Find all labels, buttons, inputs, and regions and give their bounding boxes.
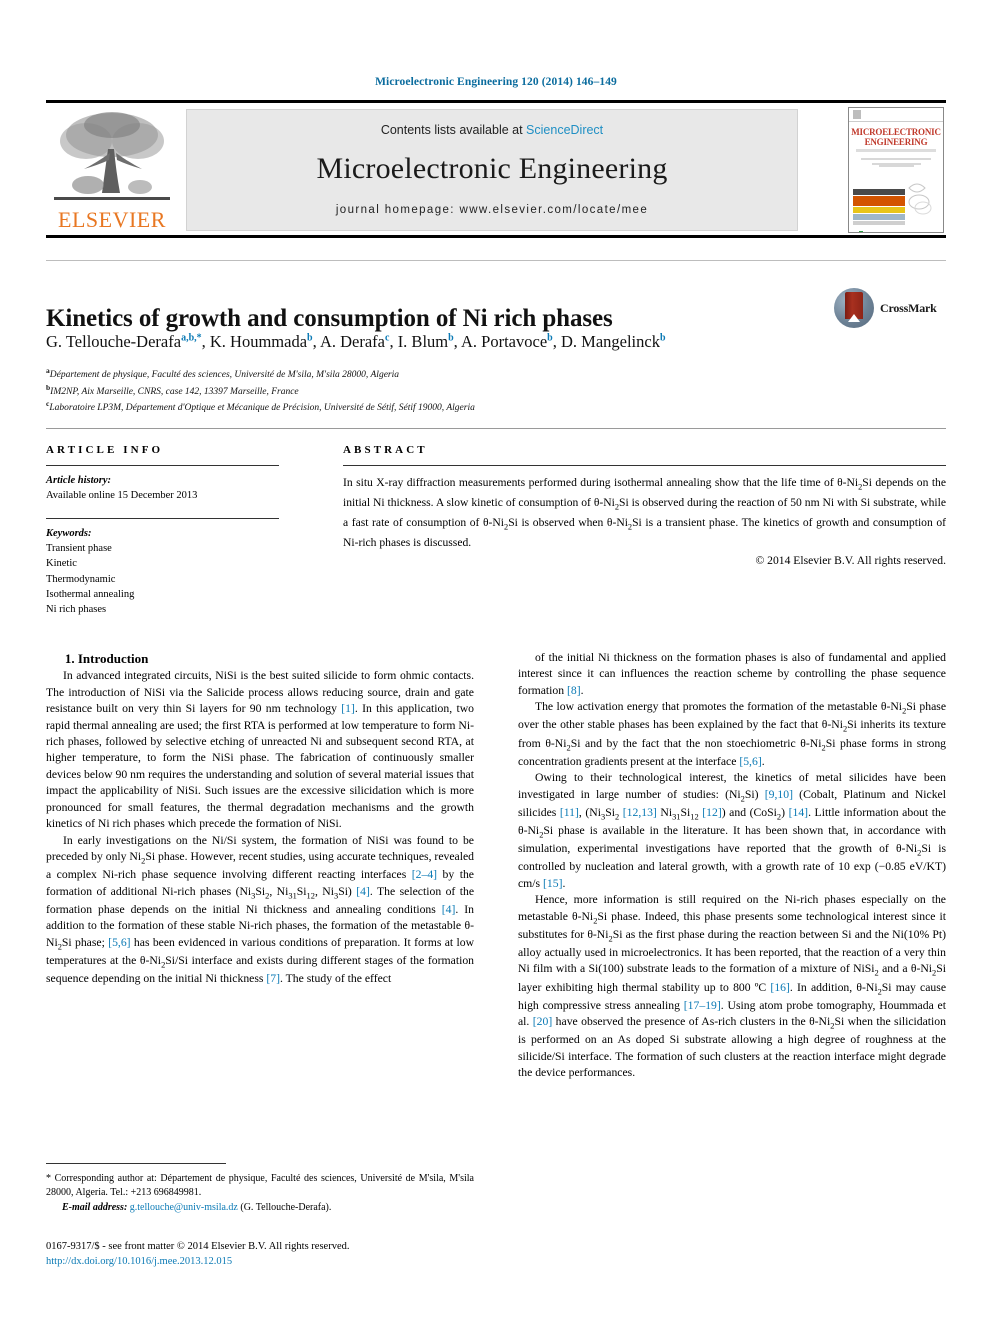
body-paragraph: of the initial Ni thickness on the forma… bbox=[518, 651, 946, 697]
author-affiliation-mark: b bbox=[448, 332, 454, 344]
affiliation-item: cLaboratoire LP3M, Département d'Optique… bbox=[46, 399, 475, 414]
author-affiliation-mark: b bbox=[659, 332, 666, 344]
info-top-divider bbox=[46, 428, 946, 429]
crossmark-badge[interactable]: CrossMark bbox=[834, 288, 946, 330]
email-label: E-mail address: bbox=[62, 1201, 128, 1213]
author-list: G. Tellouche-Derafaa,b,*, K. Hoummadab, … bbox=[46, 332, 666, 351]
body-column-left: 1. Introduction In advanced integrated c… bbox=[46, 650, 474, 987]
right-column-paragraphs: of the initial Ni thickness on the forma… bbox=[518, 650, 946, 1082]
article-info-heading: ARTICLE INFO bbox=[46, 444, 164, 456]
cover-title-line2: ENGINEERING bbox=[864, 137, 928, 147]
keyword-item: Ni rich phases bbox=[46, 604, 107, 616]
author-affiliation-mark: a,b,* bbox=[181, 332, 202, 344]
footnote-divider bbox=[46, 1163, 226, 1164]
author-name: D. Mangelinck bbox=[560, 332, 660, 351]
article-history-value: Available online 15 December 2013 bbox=[46, 490, 198, 502]
keywords-label: Keywords: bbox=[46, 527, 92, 539]
journal-title: Microelectronic Engineering bbox=[316, 152, 668, 185]
article-info-block: ARTICLE INFO Article history: Available … bbox=[46, 444, 296, 618]
doi-link[interactable]: http://dx.doi.org/10.1016/j.mee.2013.12.… bbox=[46, 1255, 486, 1270]
section-1-heading: 1. Introduction bbox=[64, 651, 149, 666]
crossmark-label: CrossMark bbox=[880, 301, 937, 315]
email-link[interactable]: g.tellouche@univ-msila.dz bbox=[130, 1202, 238, 1213]
abstract-text: In situ X-ray diffraction measurements p… bbox=[343, 476, 947, 550]
issn-block: 0167-9317/$ - see front matter © 2014 El… bbox=[46, 1240, 486, 1270]
body-column-right: of the initial Ni thickness on the forma… bbox=[518, 650, 946, 1082]
abstract-block: ABSTRACT In situ X-ray diffraction measu… bbox=[343, 444, 946, 567]
cover-layer-stack bbox=[853, 189, 905, 232]
body-paragraph: In advanced integrated circuits, NiSi is… bbox=[46, 669, 474, 831]
author-name: G. Tellouche-Derafa bbox=[46, 332, 182, 351]
keyword-item: Kinetic bbox=[46, 558, 77, 570]
author-name: I. Blum bbox=[397, 332, 449, 351]
keyword-item: Isothermal annealing bbox=[46, 588, 135, 600]
body-paragraph: Owing to their technological interest, t… bbox=[518, 771, 947, 890]
contents-prefix: Contents lists available at bbox=[380, 123, 527, 137]
body-paragraph: In early investigations on the Ni/Si sys… bbox=[46, 833, 475, 985]
author-affiliation-mark: b bbox=[307, 332, 313, 344]
contents-available-line: Contents lists available at ScienceDirec… bbox=[187, 123, 797, 137]
journal-masthead: ELSEVIER Contents lists available at Sci… bbox=[46, 100, 946, 238]
left-column-paragraphs: In advanced integrated circuits, NiSi is… bbox=[46, 668, 474, 987]
sciencedirect-link[interactable]: ScienceDirect bbox=[526, 123, 603, 137]
footnote-block: * Corresponding author at: Département d… bbox=[46, 1172, 474, 1215]
keyword-item: Thermodynamic bbox=[46, 573, 116, 585]
cover-figure-icon bbox=[908, 183, 932, 215]
email-line: E-mail address: g.tellouche@univ-msila.d… bbox=[46, 1201, 474, 1215]
journal-homepage-link[interactable]: journal homepage: www.elsevier.com/locat… bbox=[187, 204, 797, 216]
keywords-list: Transient phase Kinetic Thermodynamic Isoth… bbox=[46, 541, 296, 618]
running-head: Microelectronic Engineering 120 (2014) 1… bbox=[375, 76, 617, 88]
author-affiliation-mark: b bbox=[547, 332, 553, 344]
elsevier-logo: ELSEVIER bbox=[48, 107, 176, 233]
corresponding-author-note: * Corresponding author at: Département d… bbox=[46, 1173, 474, 1199]
cover-title-line1: MICROELECTRONIC bbox=[851, 127, 941, 137]
body-paragraph: The low activation energy that promotes … bbox=[518, 700, 947, 768]
author-name: K. Hoummada bbox=[209, 332, 308, 351]
affiliation-item: aDépartement de physique, Faculté des sc… bbox=[46, 366, 399, 381]
body-paragraph: Hence, more information is still require… bbox=[518, 893, 947, 1080]
author-name: A. Portavoce bbox=[461, 332, 548, 351]
article-history-label: Article history: bbox=[46, 475, 112, 486]
email-owner: (G. Tellouche-Derafa). bbox=[240, 1201, 332, 1213]
issn-line: 0167-9317/$ - see front matter © 2014 El… bbox=[46, 1241, 350, 1252]
page-title: Kinetics of growth and consumption of Ni… bbox=[46, 304, 613, 332]
masthead-center-panel: Contents lists available at ScienceDirec… bbox=[186, 109, 798, 231]
affiliation-item: bIM2NP, Aix Marseille, CNRS, case 142, 1… bbox=[46, 382, 299, 397]
abstract-heading: ABSTRACT bbox=[343, 444, 428, 456]
crossmark-circle-icon bbox=[834, 288, 874, 328]
author-name: A. Derafa bbox=[319, 332, 385, 351]
journal-cover-thumbnail: MICROELECTRONIC ENGINEERING bbox=[848, 107, 944, 233]
author-affiliation-mark: c bbox=[384, 332, 390, 344]
elsevier-wordmark: ELSEVIER bbox=[58, 207, 166, 232]
affiliation-list: aDépartement de physique, Faculté des sc… bbox=[46, 366, 806, 416]
keyword-item: Transient phase bbox=[46, 542, 112, 554]
abstract-copyright: © 2014 Elsevier B.V. All rights reserved… bbox=[755, 553, 946, 567]
article-page: Microelectronic Engineering 120 (2014) 1… bbox=[0, 0, 992, 1323]
title-divider bbox=[46, 260, 946, 261]
